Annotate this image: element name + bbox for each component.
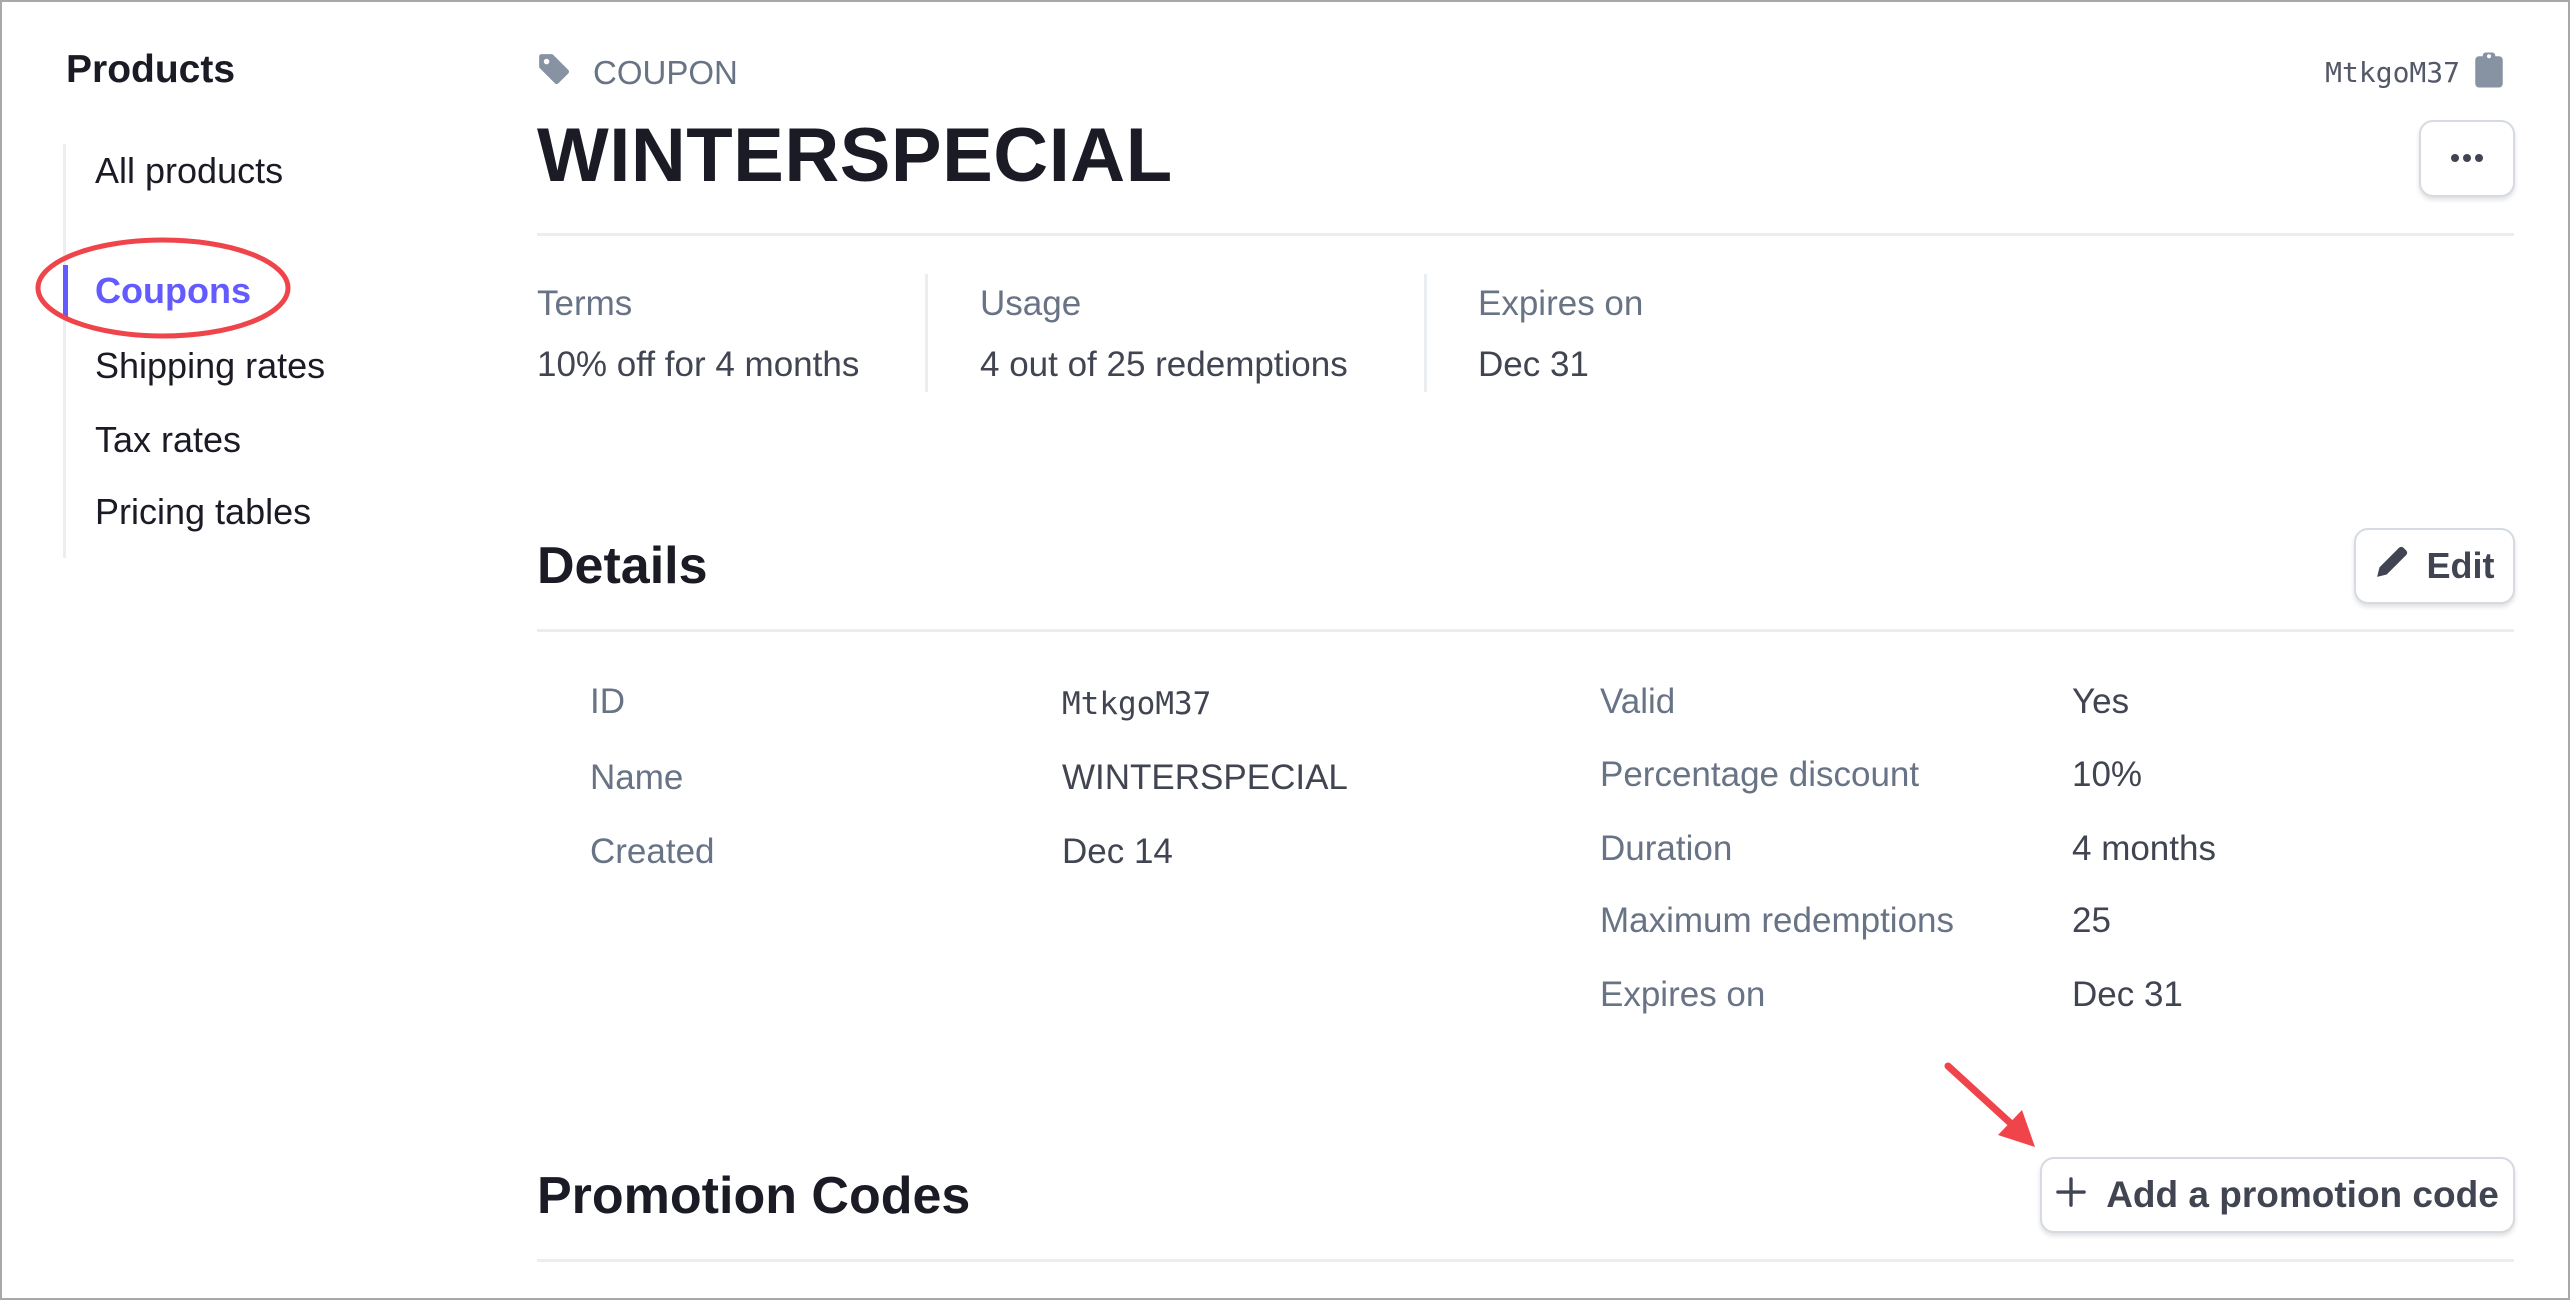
sidebar-item-all-products[interactable]: All products xyxy=(95,150,283,192)
detail-value-created: Dec 14 xyxy=(1062,832,1173,871)
object-id[interactable]: MtkgoM37 xyxy=(2325,56,2460,89)
pencil-icon xyxy=(2375,545,2409,588)
details-heading: Details xyxy=(537,537,708,595)
detail-value-expires-on: Dec 31 xyxy=(2072,975,2183,1014)
detail-value-duration: 4 months xyxy=(2072,829,2216,868)
plus-icon xyxy=(2056,1174,2086,1216)
detail-label-max-redemptions: Maximum redemptions xyxy=(1600,901,1954,940)
promotion-codes-heading: Promotion Codes xyxy=(537,1167,971,1225)
header-divider xyxy=(537,233,2514,236)
annotation-layer xyxy=(35,237,2035,1147)
detail-value-percentage-discount: 10% xyxy=(2072,755,2143,794)
detail-value-name: WINTERSPECIAL xyxy=(1062,758,1348,797)
detail-label-percentage-discount: Percentage discount xyxy=(1600,755,1920,794)
add-promotion-code-label: Add a promotion code xyxy=(2106,1174,2499,1215)
edit-button-label: Edit xyxy=(2426,545,2495,586)
sidebar-item-shipping-rates[interactable]: Shipping rates xyxy=(95,345,325,387)
detail-label-name: Name xyxy=(590,758,684,797)
detail-value-max-redemptions: 25 xyxy=(2072,901,2111,940)
summary-usage-label: Usage xyxy=(980,284,1082,323)
summary-expires-value: Dec 31 xyxy=(1478,345,1589,384)
summary-usage-value: 4 out of 25 redemptions xyxy=(980,345,1348,384)
sidebar-item-tax-rates[interactable]: Tax rates xyxy=(95,419,241,461)
object-type-label: COUPON xyxy=(537,52,738,94)
details-divider xyxy=(537,629,2514,632)
ellipsis-icon xyxy=(2450,150,2484,168)
summary-divider xyxy=(925,274,928,392)
window-frame xyxy=(0,0,2570,1300)
annotation-arrow xyxy=(1944,1062,2035,1147)
sidebar-item-pricing-tables[interactable]: Pricing tables xyxy=(95,491,311,533)
detail-value-valid: Yes xyxy=(2072,682,2130,721)
summary-terms-value: 10% off for 4 months xyxy=(537,345,860,384)
summary-divider xyxy=(1424,274,1427,392)
edit-button[interactable]: Edit xyxy=(2354,528,2515,604)
detail-label-expires-on: Expires on xyxy=(1600,975,1766,1014)
detail-label-valid: Valid xyxy=(1600,682,1676,721)
sidebar-title: Products xyxy=(66,48,236,91)
sidebar-rail xyxy=(63,144,66,558)
promotion-codes-divider xyxy=(537,1259,2514,1262)
add-promotion-code-button[interactable]: Add a promotion code xyxy=(2040,1157,2515,1233)
summary-terms-label: Terms xyxy=(537,284,633,323)
detail-label-id: ID xyxy=(590,682,625,721)
detail-label-created: Created xyxy=(590,832,715,871)
summary-expires-label: Expires on xyxy=(1478,284,1644,323)
detail-value-id: MtkgoM37 xyxy=(1062,686,1212,722)
page-title: WINTERSPECIAL xyxy=(537,113,1173,198)
detail-label-duration: Duration xyxy=(1600,829,1733,868)
sidebar-active-indicator xyxy=(63,265,68,317)
tag-icon xyxy=(537,52,571,94)
object-type-text: COUPON xyxy=(593,54,738,91)
sidebar-item-coupons[interactable]: Coupons xyxy=(95,270,251,312)
clipboard-icon[interactable] xyxy=(2474,52,2504,93)
more-actions-button[interactable] xyxy=(2419,120,2515,197)
